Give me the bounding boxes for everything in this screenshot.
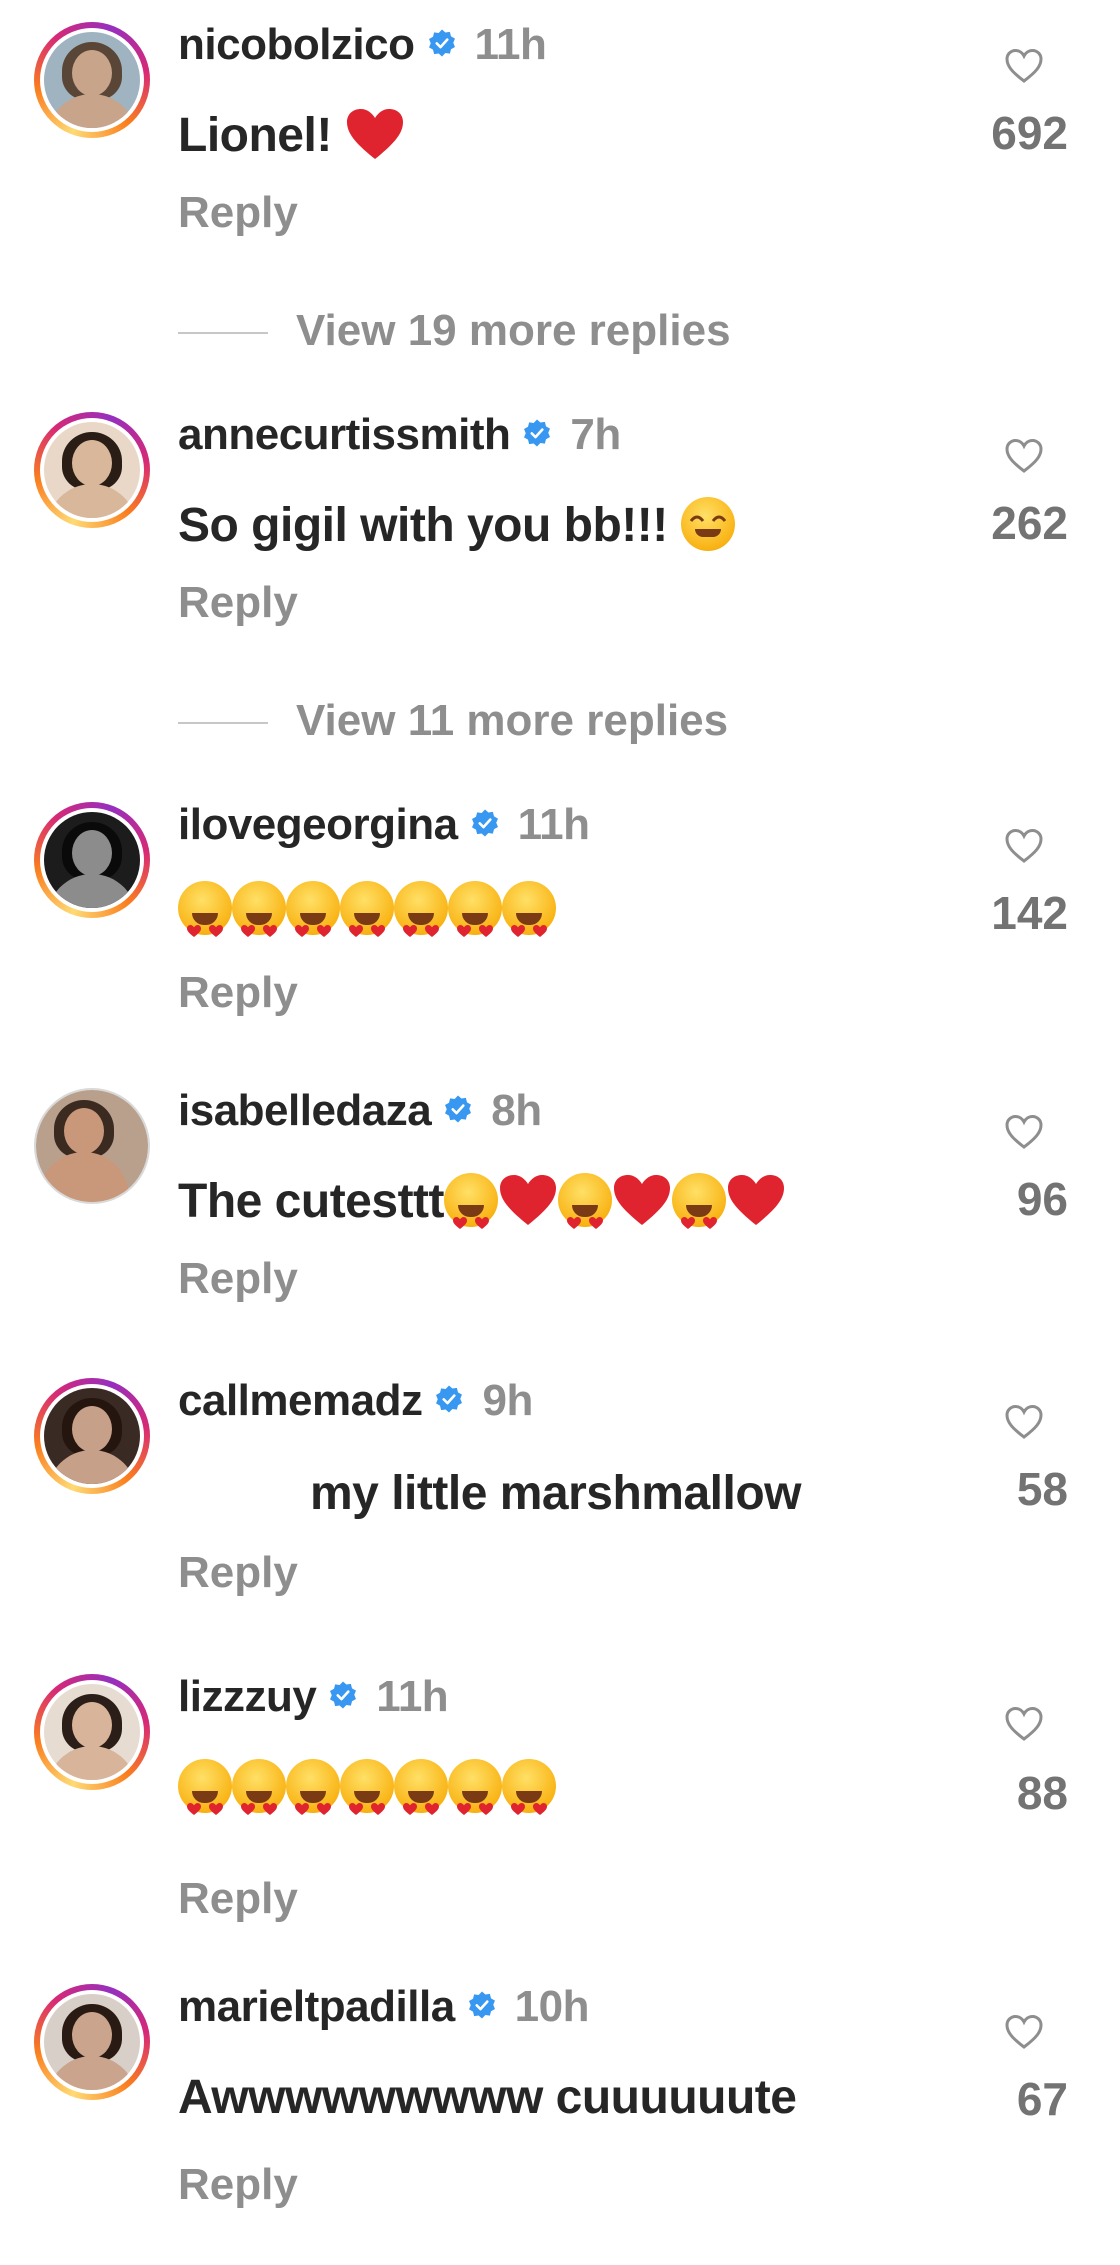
avatar[interactable] [34,412,150,528]
username[interactable]: marieltpadilla [178,1982,455,2031]
verified-badge-icon [330,1681,357,1709]
username[interactable]: isabelledaza [178,1086,432,1135]
verified-badge-icon [445,1095,472,1123]
timestamp: 11h [474,20,547,69]
divider [178,332,268,334]
avatar[interactable] [34,1088,150,1204]
heart-eyes-icon [502,881,556,938]
like-count: 96 [1016,1173,1068,1225]
timestamp: 10h [514,1982,590,2031]
username[interactable]: nicobolzico [178,20,415,69]
like-count: 67 [1016,2073,1068,2125]
verified-badge-icon [524,419,551,447]
verified-badge-icon [468,1991,495,2019]
like-count: 262 [991,497,1068,549]
like-count: 692 [991,107,1068,159]
divider [178,722,268,724]
heart-eyes-icon [448,1759,502,1816]
heart-eyes-icon [286,1759,340,1816]
smiling-face-with-hearts-icon [680,497,735,552]
reply-button[interactable]: Reply [178,1548,298,1598]
avatar[interactable] [34,802,150,918]
reply-button[interactable]: Reply [178,1254,298,1304]
comments-list: nicobolzico 11h Lionel! Reply 692 View 19… [0,0,1120,2265]
heart-eyes-icon [340,881,394,938]
avatar[interactable] [34,1378,150,1494]
avatar[interactable] [34,1984,150,2100]
timestamp: 11h [376,1672,449,1721]
reply-button[interactable]: Reply [178,188,298,238]
heart-eyes-icon [178,881,232,938]
comment-text: Lionel! [178,108,405,165]
username[interactable]: annecurtissmith [178,410,511,459]
heart-eyes-icon [558,1173,613,1230]
red-heart-icon [500,1175,557,1226]
heart-eyes-icon [178,1759,232,1816]
heart-icon[interactable] [1004,2014,1044,2050]
heart-eyes-icon [394,881,448,938]
reply-button[interactable]: Reply [178,968,298,1018]
heart-icon[interactable] [1004,48,1044,84]
like-count: 58 [1016,1463,1068,1515]
comment-text [178,881,556,939]
like-count: 88 [1016,1767,1068,1819]
timestamp: 8h [491,1086,542,1135]
red-heart-icon [728,1175,785,1226]
heart-icon[interactable] [1004,828,1044,864]
reply-button[interactable]: Reply [178,2160,298,2210]
heart-eyes-icon [444,1173,499,1230]
timestamp: 11h [517,800,590,849]
like-count: 142 [991,887,1068,939]
heart-eyes-icon [672,1173,727,1230]
username[interactable]: ilovegeorgina [178,800,458,849]
verified-badge-icon [471,809,498,837]
heart-icon[interactable] [1004,1706,1044,1742]
heart-icon[interactable] [1004,1404,1044,1440]
heart-icon[interactable] [1004,1114,1044,1150]
avatar[interactable] [34,1674,150,1790]
view-more-replies-label[interactable]: View 19 more replies [296,306,731,356]
verified-badge-icon [436,1385,463,1413]
username[interactable]: lizzzuy [178,1672,317,1721]
heart-eyes-icon [502,1759,556,1816]
red-heart-icon [346,109,403,160]
view-more-replies-label[interactable]: View 11 more replies [296,696,728,746]
heart-eyes-icon [340,1759,394,1816]
heart-eyes-icon [394,1759,448,1816]
verified-badge-icon [428,29,455,57]
comment-text: my little marshmallow [310,1467,802,1520]
red-heart-icon [614,1175,671,1226]
username[interactable]: callmemadz [178,1376,423,1425]
heart-icon[interactable] [1004,438,1044,474]
avatar[interactable] [34,22,150,138]
heart-eyes-icon [286,881,340,938]
comment-text: Awwwwwwwww cuuuuuute [178,2071,797,2124]
heart-eyes-icon [232,881,286,938]
timestamp: 9h [482,1376,533,1425]
comment-text: The cutesttt [178,1173,786,1231]
comment-text [178,1759,556,1817]
heart-eyes-icon [448,881,502,938]
reply-button[interactable]: Reply [178,578,298,628]
heart-eyes-icon [232,1759,286,1816]
comment-text: So gigil with you bb!!! [178,497,735,555]
reply-button[interactable]: Reply [178,1874,298,1924]
timestamp: 7h [570,410,621,459]
